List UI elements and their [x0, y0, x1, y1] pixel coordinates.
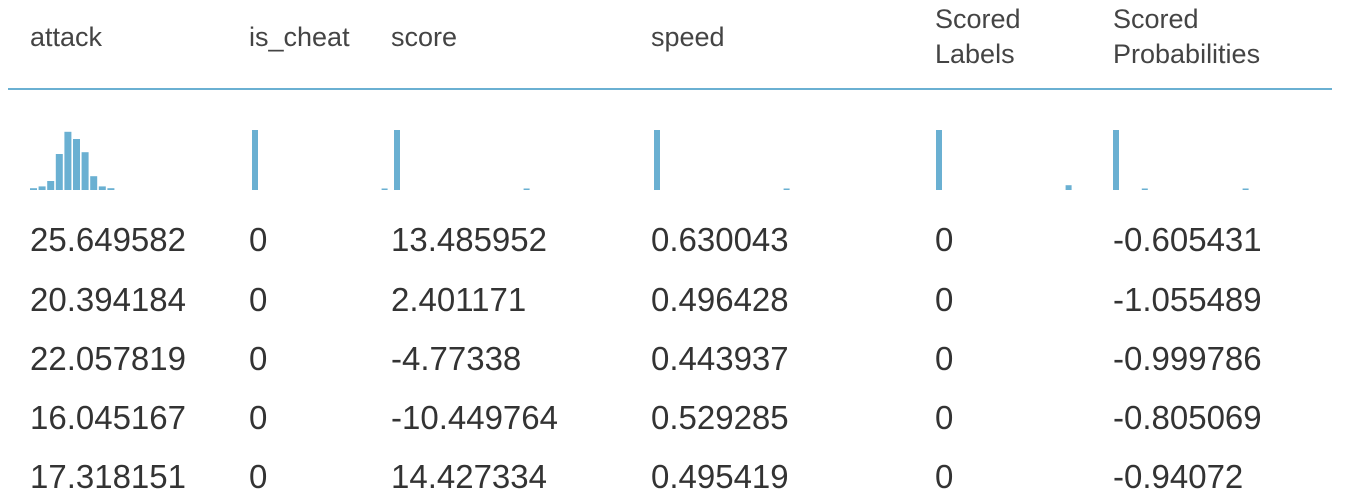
histogram-bar	[107, 188, 115, 190]
histogram-bar	[81, 152, 89, 190]
table-header: attack is_cheat score speed Scored Label…	[0, 0, 1368, 90]
cell-scored-probabilities: -0.805069	[1113, 399, 1262, 436]
cell-score: -10.449764	[391, 399, 558, 436]
histogram-score	[394, 118, 554, 190]
histogram-bar	[90, 176, 98, 190]
column-header-attack[interactable]: attack	[30, 20, 102, 55]
histogram-bar	[381, 188, 388, 190]
histogram-is-cheat	[252, 118, 412, 190]
histogram-bar	[1141, 188, 1148, 190]
cell-scored-probabilities: -0.94072	[1113, 458, 1244, 495]
cell-attack: 22.057819	[30, 340, 186, 377]
histogram-bar	[38, 186, 46, 190]
column-header-label: score	[391, 22, 458, 52]
cell-scored-labels: 0	[935, 458, 954, 495]
cell-score: 2.401171	[391, 281, 527, 318]
histogram-bar	[654, 130, 660, 190]
cell-scored-labels: 0	[935, 340, 954, 377]
histogram-scored-probabilities	[1113, 118, 1273, 190]
cell-attack: 20.394184	[30, 281, 186, 318]
column-header-label: attack	[30, 22, 103, 52]
cell-attack: 17.318151	[30, 458, 186, 495]
column-header-score[interactable]: score	[391, 20, 457, 55]
column-header-label: is_cheat	[249, 22, 350, 52]
cell-scored-labels: 0	[935, 399, 954, 436]
column-header-label: speed	[651, 22, 725, 52]
column-header-label-line-2: Probabilities	[1113, 39, 1261, 69]
histogram-bar	[47, 181, 55, 190]
column-header-scored-labels[interactable]: Scored Labels	[935, 2, 1021, 72]
histogram-bar	[64, 131, 72, 190]
cell-score: 14.427334	[391, 458, 547, 495]
cell-attack: 16.045167	[30, 399, 186, 436]
cell-scored-probabilities: -1.055489	[1113, 281, 1262, 318]
histogram-bar	[30, 188, 37, 190]
cell-speed: 0.496428	[651, 281, 789, 318]
column-header-is-cheat[interactable]: is_cheat	[249, 20, 350, 55]
column-header-scored-probabilities[interactable]: Scored Probabilities	[1113, 2, 1260, 72]
column-header-label-line-1: Scored	[1113, 4, 1199, 34]
cell-is-cheat: 0	[249, 458, 268, 495]
cell-scored-probabilities: -0.605431	[1113, 221, 1262, 258]
histogram-bar	[783, 188, 790, 190]
cell-speed: 0.630043	[651, 221, 789, 258]
histogram-bar	[1113, 130, 1119, 190]
cell-scored-labels: 0	[935, 221, 954, 258]
header-divider	[8, 88, 1332, 90]
histogram-bar	[394, 130, 400, 190]
cell-speed: 0.529285	[651, 399, 789, 436]
cell-score: 13.485952	[391, 221, 547, 258]
column-header-speed[interactable]: speed	[651, 20, 725, 55]
cell-is-cheat: 0	[249, 399, 268, 436]
column-header-label-line-2: Labels	[935, 39, 1015, 69]
cell-is-cheat: 0	[249, 221, 268, 258]
cell-speed: 0.495419	[651, 458, 789, 495]
histogram-bar	[98, 186, 106, 190]
cell-is-cheat: 0	[249, 340, 268, 377]
cell-score: -4.77338	[391, 340, 522, 377]
histogram-speed	[654, 118, 814, 190]
cell-is-cheat: 0	[249, 281, 268, 318]
histogram-bar	[252, 130, 258, 190]
histogram-attack	[30, 118, 190, 190]
cell-scored-labels: 0	[935, 281, 954, 318]
histogram-bar	[936, 130, 942, 190]
column-header-label-line-1: Scored	[935, 4, 1021, 34]
histogram-bar	[55, 154, 63, 190]
histogram-bar	[1065, 185, 1072, 190]
histogram-bar	[523, 188, 530, 190]
cell-scored-probabilities: -0.999786	[1113, 340, 1262, 377]
histogram-scored-labels	[936, 118, 1096, 190]
cell-speed: 0.443937	[651, 340, 789, 377]
cell-attack: 25.649582	[30, 221, 186, 258]
histogram-bar	[73, 139, 80, 190]
histogram-bar	[1242, 188, 1249, 190]
